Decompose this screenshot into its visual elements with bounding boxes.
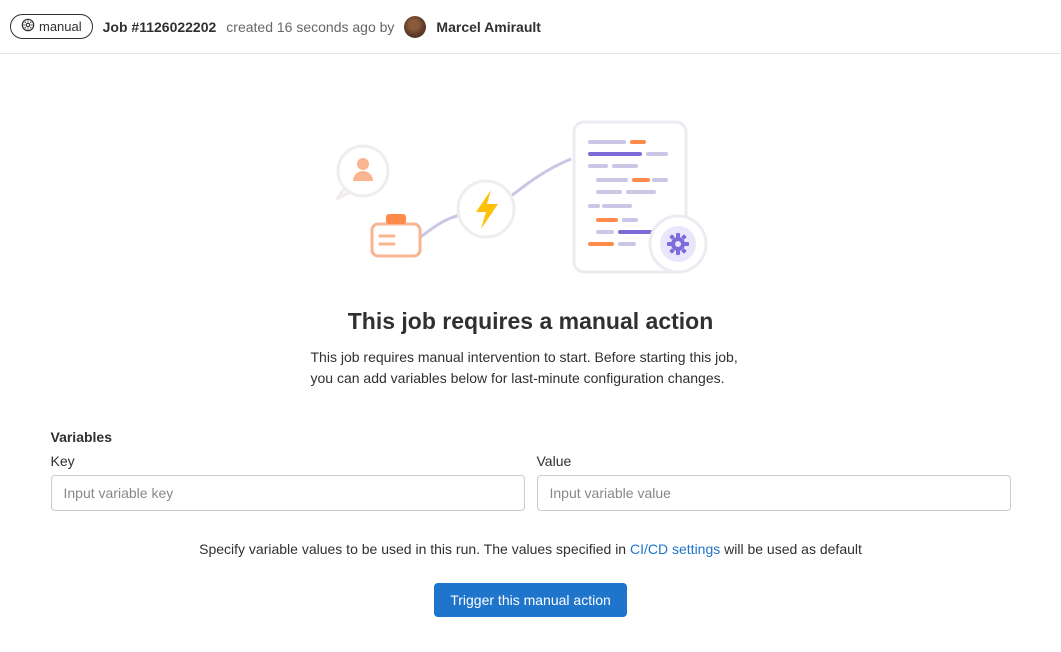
- page-description: This job requires manual intervention to…: [311, 347, 751, 389]
- variables-row: Key Value: [51, 453, 1011, 511]
- page-title: This job requires a manual action: [51, 308, 1011, 335]
- helper-text: Specify variable values to be used in th…: [51, 541, 1011, 557]
- helper-prefix: Specify variable values to be used in th…: [199, 541, 630, 557]
- author-name[interactable]: Marcel Amirault: [436, 19, 541, 35]
- gear-icon: [21, 18, 35, 35]
- trigger-button[interactable]: Trigger this manual action: [434, 583, 627, 617]
- created-text: created 16 seconds ago by: [226, 19, 394, 35]
- job-header: manual Job #1126022202 created 16 second…: [0, 0, 1061, 54]
- illustration: [336, 114, 726, 284]
- status-badge-label: manual: [39, 19, 82, 34]
- status-badge: manual: [10, 14, 93, 39]
- job-id: Job #1126022202: [103, 19, 217, 35]
- main-content: This job requires a manual action This j…: [21, 54, 1041, 647]
- settings-link[interactable]: CI/CD settings: [630, 541, 720, 557]
- avatar[interactable]: [404, 16, 426, 38]
- helper-suffix: will be used as default: [720, 541, 862, 557]
- value-label: Value: [537, 453, 1011, 469]
- variable-value-input[interactable]: [537, 475, 1011, 511]
- key-label: Key: [51, 453, 525, 469]
- variables-section-label: Variables: [51, 429, 1011, 445]
- variable-key-input[interactable]: [51, 475, 525, 511]
